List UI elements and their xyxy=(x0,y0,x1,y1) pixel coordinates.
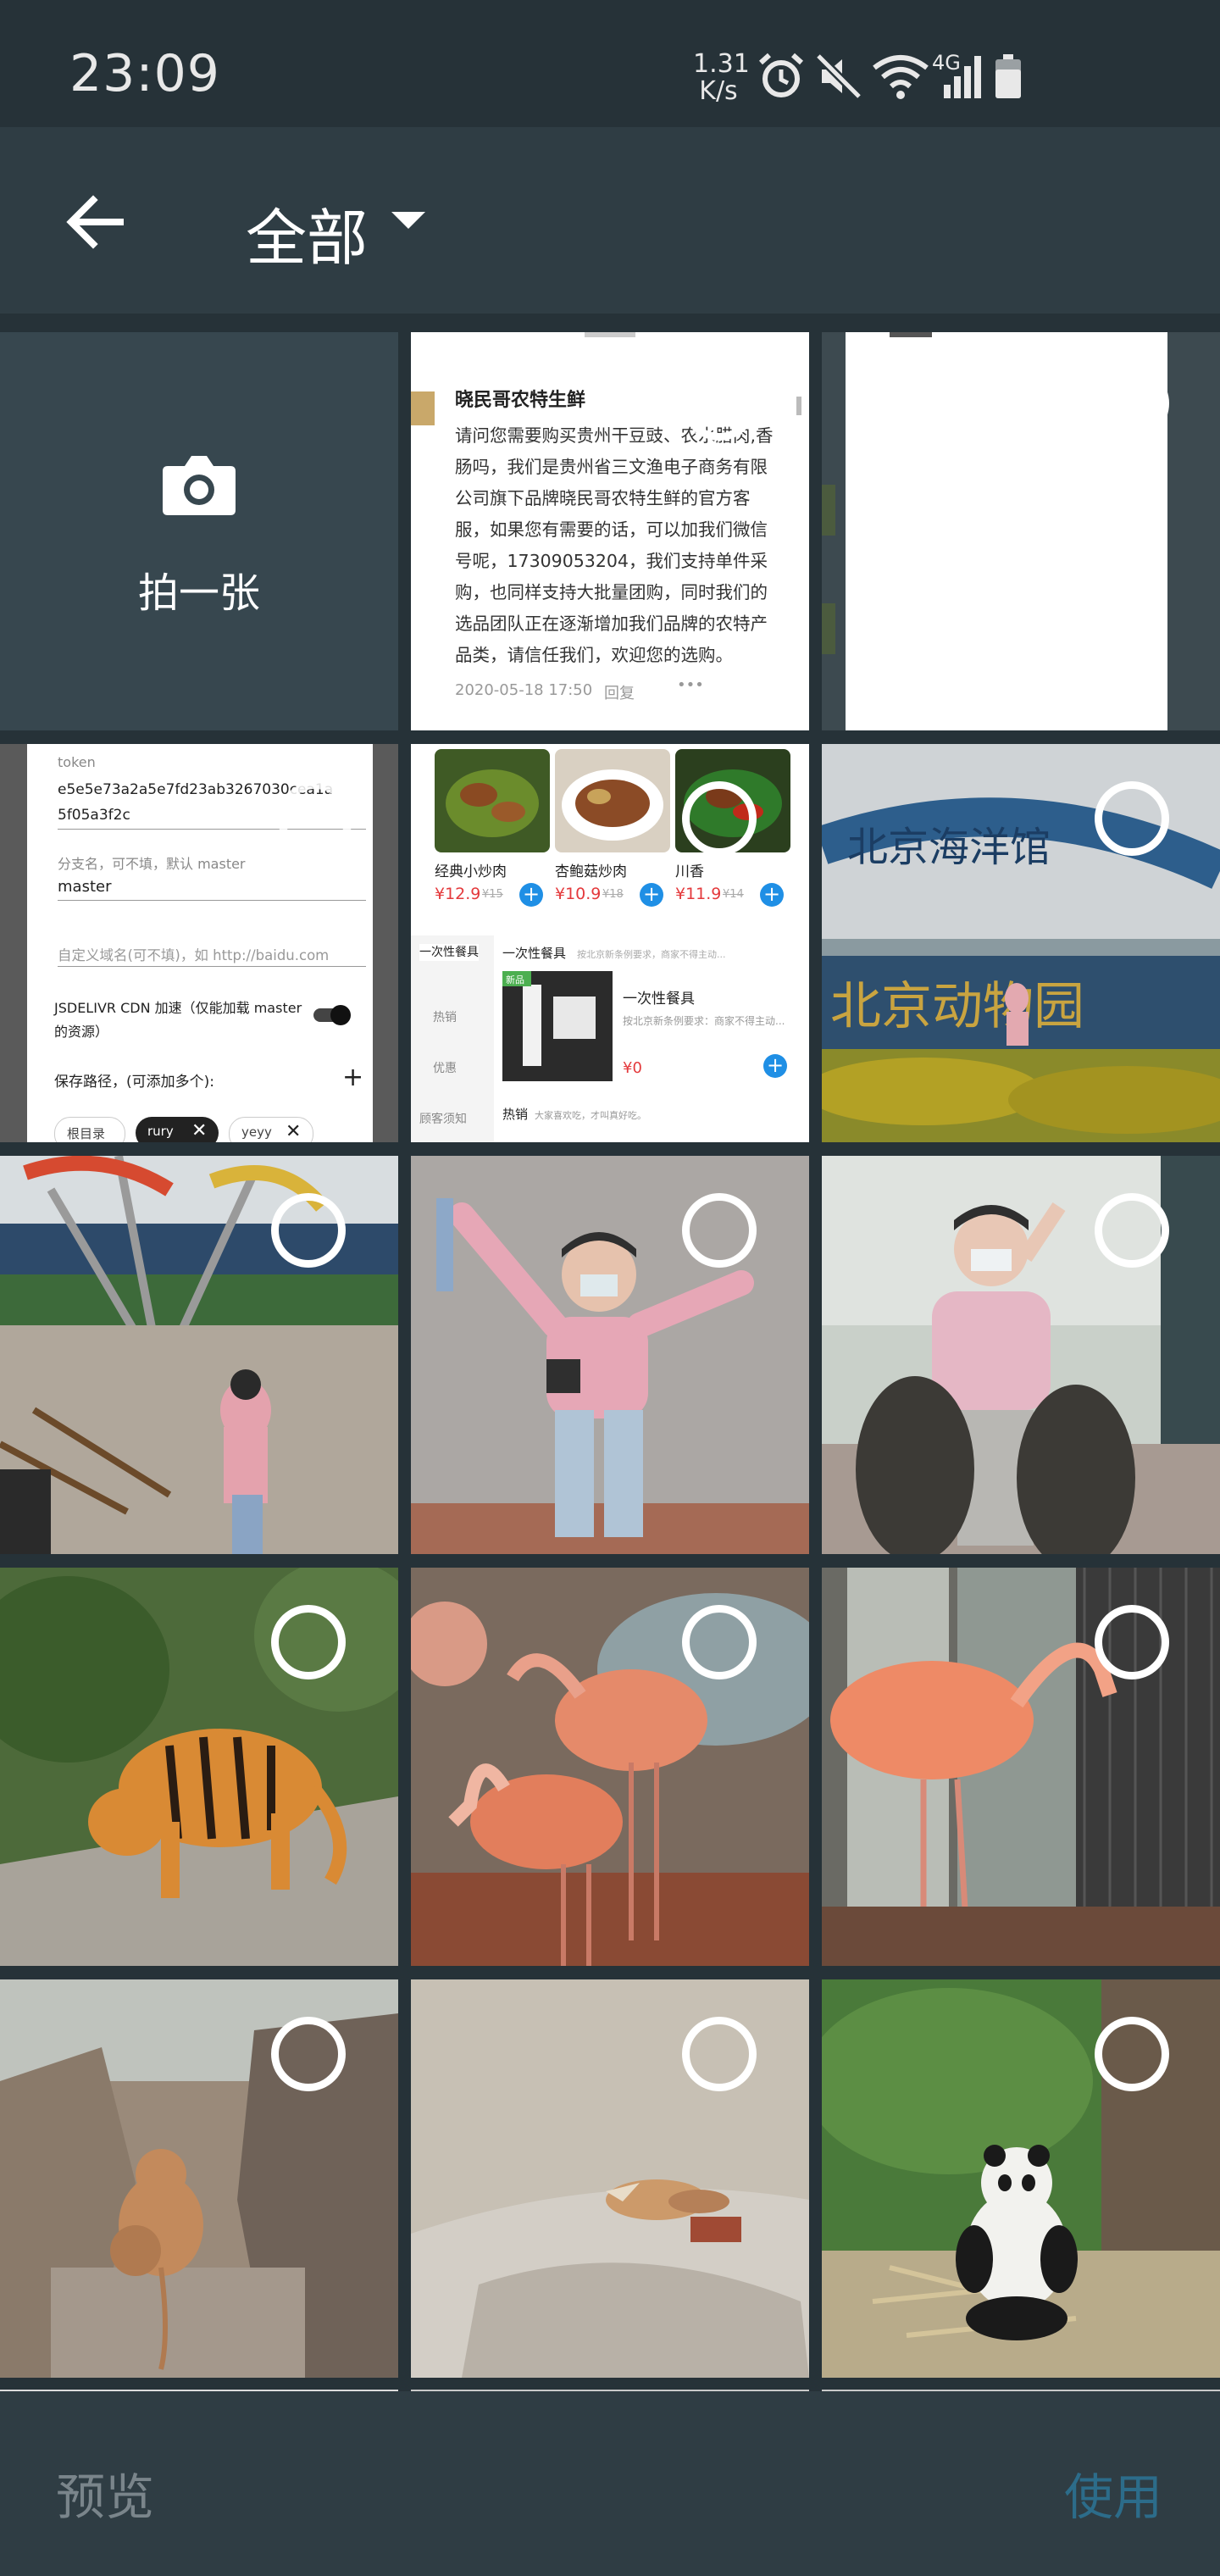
product-tag: 新品 xyxy=(506,974,524,985)
branch-value: master xyxy=(58,878,112,896)
select-circle[interactable] xyxy=(271,1193,346,1268)
photo-tile-settings-screenshot[interactable]: token e5e5e73a2a5e7fd23ab3267030cea1a 5f… xyxy=(0,744,398,1142)
shop-name: 晓民哥农特生鲜 xyxy=(455,390,586,411)
token-label: token xyxy=(58,754,96,770)
stone-text: 北京动物园 xyxy=(830,977,1084,1036)
album-title: 全部 xyxy=(246,203,369,274)
select-circle[interactable] xyxy=(1095,2017,1169,2091)
select-circle[interactable] xyxy=(682,1193,757,1268)
section-title: 一次性餐具 xyxy=(502,946,567,961)
domain-input: 自定义域名(可不填)，如 http://baidu.com xyxy=(58,947,330,963)
section-note: 按北京新条例要求，商家不得主动... xyxy=(577,949,726,960)
product-image xyxy=(502,971,613,1081)
select-circle[interactable] xyxy=(682,781,757,856)
photo-tile-tiger[interactable] xyxy=(0,1568,398,1966)
add-to-cart-icon: + xyxy=(640,883,663,907)
edge-thumb xyxy=(822,485,835,536)
edge-thumb xyxy=(822,603,835,654)
alarm-icon xyxy=(758,53,804,97)
cdn-label-cont: 的资源） xyxy=(54,1024,109,1040)
path-chip: 根目录 xyxy=(54,1117,125,1142)
message-reply: 回复 xyxy=(604,685,635,702)
token-value-cont: 5f05a3f2c xyxy=(58,807,130,824)
dish-price: ¥11.9 xyxy=(675,885,722,903)
close-icon: ✕ xyxy=(286,1121,302,1142)
photo-tile-woman-dancing[interactable] xyxy=(411,1156,809,1554)
dish-old-price: ¥14 xyxy=(723,888,744,901)
select-circle[interactable] xyxy=(1095,366,1169,441)
select-circle[interactable] xyxy=(682,366,757,441)
scroll-handle xyxy=(890,332,932,337)
signal-icon xyxy=(944,56,981,98)
dish-name: 川香 xyxy=(675,863,704,880)
take-photo-label: 拍一张 xyxy=(137,569,260,617)
photo-tile-fox[interactable] xyxy=(411,1979,809,2378)
caret-down-icon xyxy=(391,212,425,229)
hot-note: 大家喜欢吃，才叫真好吃。 xyxy=(535,1110,646,1121)
dish-price: ¥10.9 xyxy=(555,885,602,903)
bottom-action-bar: 预览 使用 xyxy=(0,2391,1220,2576)
select-circle[interactable] xyxy=(1095,781,1169,856)
take-photo-tile[interactable]: 拍一张 xyxy=(0,332,398,730)
arch-text: 北京海洋馆 xyxy=(847,824,1051,871)
menu-sidebar: 一次性餐具 热销 优惠 顾客须知 xyxy=(411,935,494,1142)
photo-tile-panda[interactable] xyxy=(822,1979,1220,2378)
select-circle[interactable] xyxy=(682,2017,757,2091)
select-circle[interactable] xyxy=(278,781,352,856)
add-to-cart-icon: + xyxy=(519,883,543,907)
path-chip: rury ✕ xyxy=(136,1117,219,1142)
status-time: 23:09 xyxy=(69,44,220,103)
photo-tile-blank-screenshot[interactable] xyxy=(822,332,1220,730)
photo-tile-message-screenshot[interactable]: 晓民哥农特生鲜 请问您需要购买贵州干豆豉、农水腊肉,香 肠吗，我们是贵州省三文渔… xyxy=(411,332,809,730)
use-button[interactable]: 使用 xyxy=(1064,2457,1162,2529)
branch-label: 分支名，可不填，默认 master xyxy=(58,856,246,872)
preview-button[interactable]: 预览 xyxy=(56,2457,154,2529)
scroll-handle xyxy=(585,332,635,337)
dish-old-price: ¥15 xyxy=(482,888,503,901)
add-to-cart-icon: + xyxy=(763,1054,787,1078)
select-circle[interactable] xyxy=(1095,1193,1169,1268)
photo-tile-woman-penguins[interactable] xyxy=(822,1156,1220,1554)
avatar xyxy=(411,391,435,425)
arrow-left-icon[interactable] xyxy=(61,188,129,256)
message-date: 2020-05-18 17:50 xyxy=(455,681,593,699)
cdn-label: JSDELIVR CDN 加速（仅能加载 master xyxy=(54,1000,302,1016)
product-desc: 按北京新条例要求：商家不得主动... xyxy=(623,1015,785,1027)
close-icon: ✕ xyxy=(191,1120,208,1141)
photo-tile-monkeys[interactable] xyxy=(0,1979,398,2378)
photo-tile-flamingos[interactable] xyxy=(411,1568,809,1966)
select-circle[interactable] xyxy=(682,1605,757,1679)
product-price: ¥0 xyxy=(623,1059,642,1077)
mute-icon xyxy=(815,53,862,100)
net-speed: 1.31 K/s xyxy=(693,49,750,106)
cdn-toggle xyxy=(313,1005,351,1025)
battery-icon xyxy=(995,54,1021,98)
status-bar: 23:09 1.31 K/s 4G xyxy=(0,0,1220,127)
photo-tile-menu-screenshot[interactable]: 经典小炒肉 杏鲍菇炒肉 川香 ¥12.9 ¥15 ¥10.9 ¥18 ¥11.9… xyxy=(411,744,809,1142)
select-circle[interactable] xyxy=(271,2017,346,2091)
save-path-label: 保存路径，(可添加多个): xyxy=(54,1074,214,1091)
message-body: 请问您需要购买贵州干豆豉、农水腊肉,香 肠吗，我们是贵州省三文渔电子商务有限 公… xyxy=(455,425,774,665)
dish-name: 经典小炒肉 xyxy=(435,863,507,880)
camera-icon xyxy=(163,456,236,515)
path-chip: yeyy ✕ xyxy=(229,1117,313,1142)
wifi-icon xyxy=(873,55,929,99)
select-circle[interactable] xyxy=(1095,1605,1169,1679)
hot-label: 热销 xyxy=(502,1107,529,1122)
select-circle[interactable] xyxy=(271,1605,346,1679)
dish-name: 杏鲍菇炒肉 xyxy=(555,863,627,880)
add-to-cart-icon: + xyxy=(760,883,784,907)
top-app-bar: 全部 xyxy=(0,127,1220,314)
dish-price: ¥12.9 xyxy=(435,885,481,903)
photo-tile-zoo-plaza[interactable] xyxy=(0,1156,398,1554)
photo-tile-flamingo-cage[interactable] xyxy=(822,1568,1220,1966)
message-more: ••• xyxy=(677,676,704,694)
scrollbar xyxy=(796,397,801,415)
product-name: 一次性餐具 xyxy=(623,991,695,1008)
photo-tile-aquarium-gate[interactable]: 北京海洋馆 北京动物园 xyxy=(822,744,1220,1142)
dish-old-price: ¥18 xyxy=(602,888,624,901)
add-path-icon: + xyxy=(342,1063,364,1092)
